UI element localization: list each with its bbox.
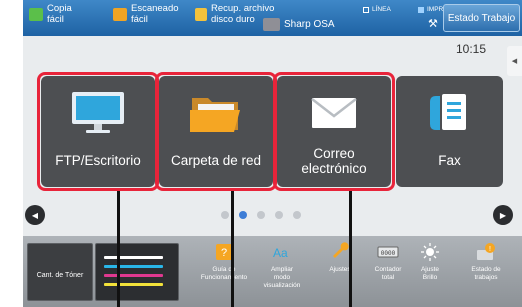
action-shelf: Cant. de Tóner ? Guía de Funcionamiento … [23,236,522,307]
sharp-osa-button[interactable]: Sharp OSA [263,9,335,39]
fax-icon [429,94,466,130]
operation-guide-label: Guía de Funcionamiento [200,266,248,281]
brightness-label: Ajuste Brillo [420,266,440,281]
osa-icon [263,17,280,31]
line-status-icon [363,6,369,13]
page-dot[interactable] [293,211,301,219]
shelf-settings[interactable]: Ajustes [315,242,365,274]
tile-fax-label: Fax [438,153,461,168]
copy-icon [29,8,43,21]
next-page-button[interactable]: ▶ [493,205,513,225]
page-dot-active[interactable] [239,211,247,219]
easy-scan-button[interactable]: Escaneado fácil [113,3,179,33]
arrow-right-icon: ▶ [499,210,507,220]
easy-copy-label: Copia fácil [47,3,72,25]
toner-quantity-button[interactable]: Cant. de Tóner [27,243,93,301]
toner-label: Cant. de Tóner [36,272,84,279]
chevron-left-icon: ◀ [511,58,518,65]
clock: 10:15 [456,42,487,56]
toner-levels [95,243,179,301]
highlight-email [273,72,395,191]
svg-text:0000: 0000 [381,250,396,257]
callout-line-email [349,191,352,307]
magnify-text-icon: Aa [273,246,288,260]
scan-icon [113,8,127,21]
device-screen: Copia fácil Escaneado fácil Recup. archi… [23,0,522,307]
highlight-network-folder [155,72,277,191]
page-dot[interactable] [221,211,229,219]
callout-line-network-folder [231,191,234,307]
page-dot[interactable] [275,211,283,219]
callout-line-ftp [117,191,120,307]
shelf-operation-guide[interactable]: ? Guía de Funcionamiento [199,242,249,282]
shelf-enlarge-display[interactable]: Aa Ampliar modo visualización [257,242,307,290]
toner-yellow-bar [104,283,164,286]
shelf-brightness[interactable]: Ajuste Brillo [405,242,455,282]
job-status-button[interactable]: Estado Trabajo [443,4,520,32]
arrow-left-icon: ◀ [31,210,39,220]
job-status-label: Estado de trabajos [471,266,501,281]
job-status-icon: ! [477,243,495,260]
print-status-icon [418,6,424,13]
settings-label: Ajustes [329,266,351,273]
top-bar: Copia fácil Escaneado fácil Recup. archi… [23,0,522,36]
sharp-osa-label: Sharp OSA [284,18,335,30]
toner-black-bar [104,256,164,259]
shelf-job-status[interactable]: ! Estado de trabajos [461,242,511,282]
brightness-icon [421,243,439,261]
svg-text:?: ? [221,247,227,259]
wrench-icon [333,242,349,258]
highlight-ftp [37,72,159,191]
line-indicator: LÍNEA [363,6,391,13]
side-panel-tab[interactable]: ◀ [507,46,522,76]
prev-page-button[interactable]: ◀ [25,205,45,225]
enlarge-display-label: Ampliar modo visualización [263,266,301,289]
svg-text:Aa: Aa [273,246,288,260]
hdd-retrieve-icon [195,8,207,21]
counter-icon: 0000 [377,246,399,258]
toner-cyan-bar [104,265,164,268]
wrench-status-icon: ⚒ [428,18,438,30]
total-count-label: Contador total [374,266,402,281]
line-label: LÍNEA [372,6,391,13]
tile-fax[interactable]: Fax [396,76,503,187]
toner-magenta-bar [104,274,164,277]
page-dot[interactable] [257,211,265,219]
easy-copy-button[interactable]: Copia fácil [29,3,72,33]
easy-scan-label: Escaneado fácil [131,3,179,25]
svg-text:!: ! [489,246,491,253]
